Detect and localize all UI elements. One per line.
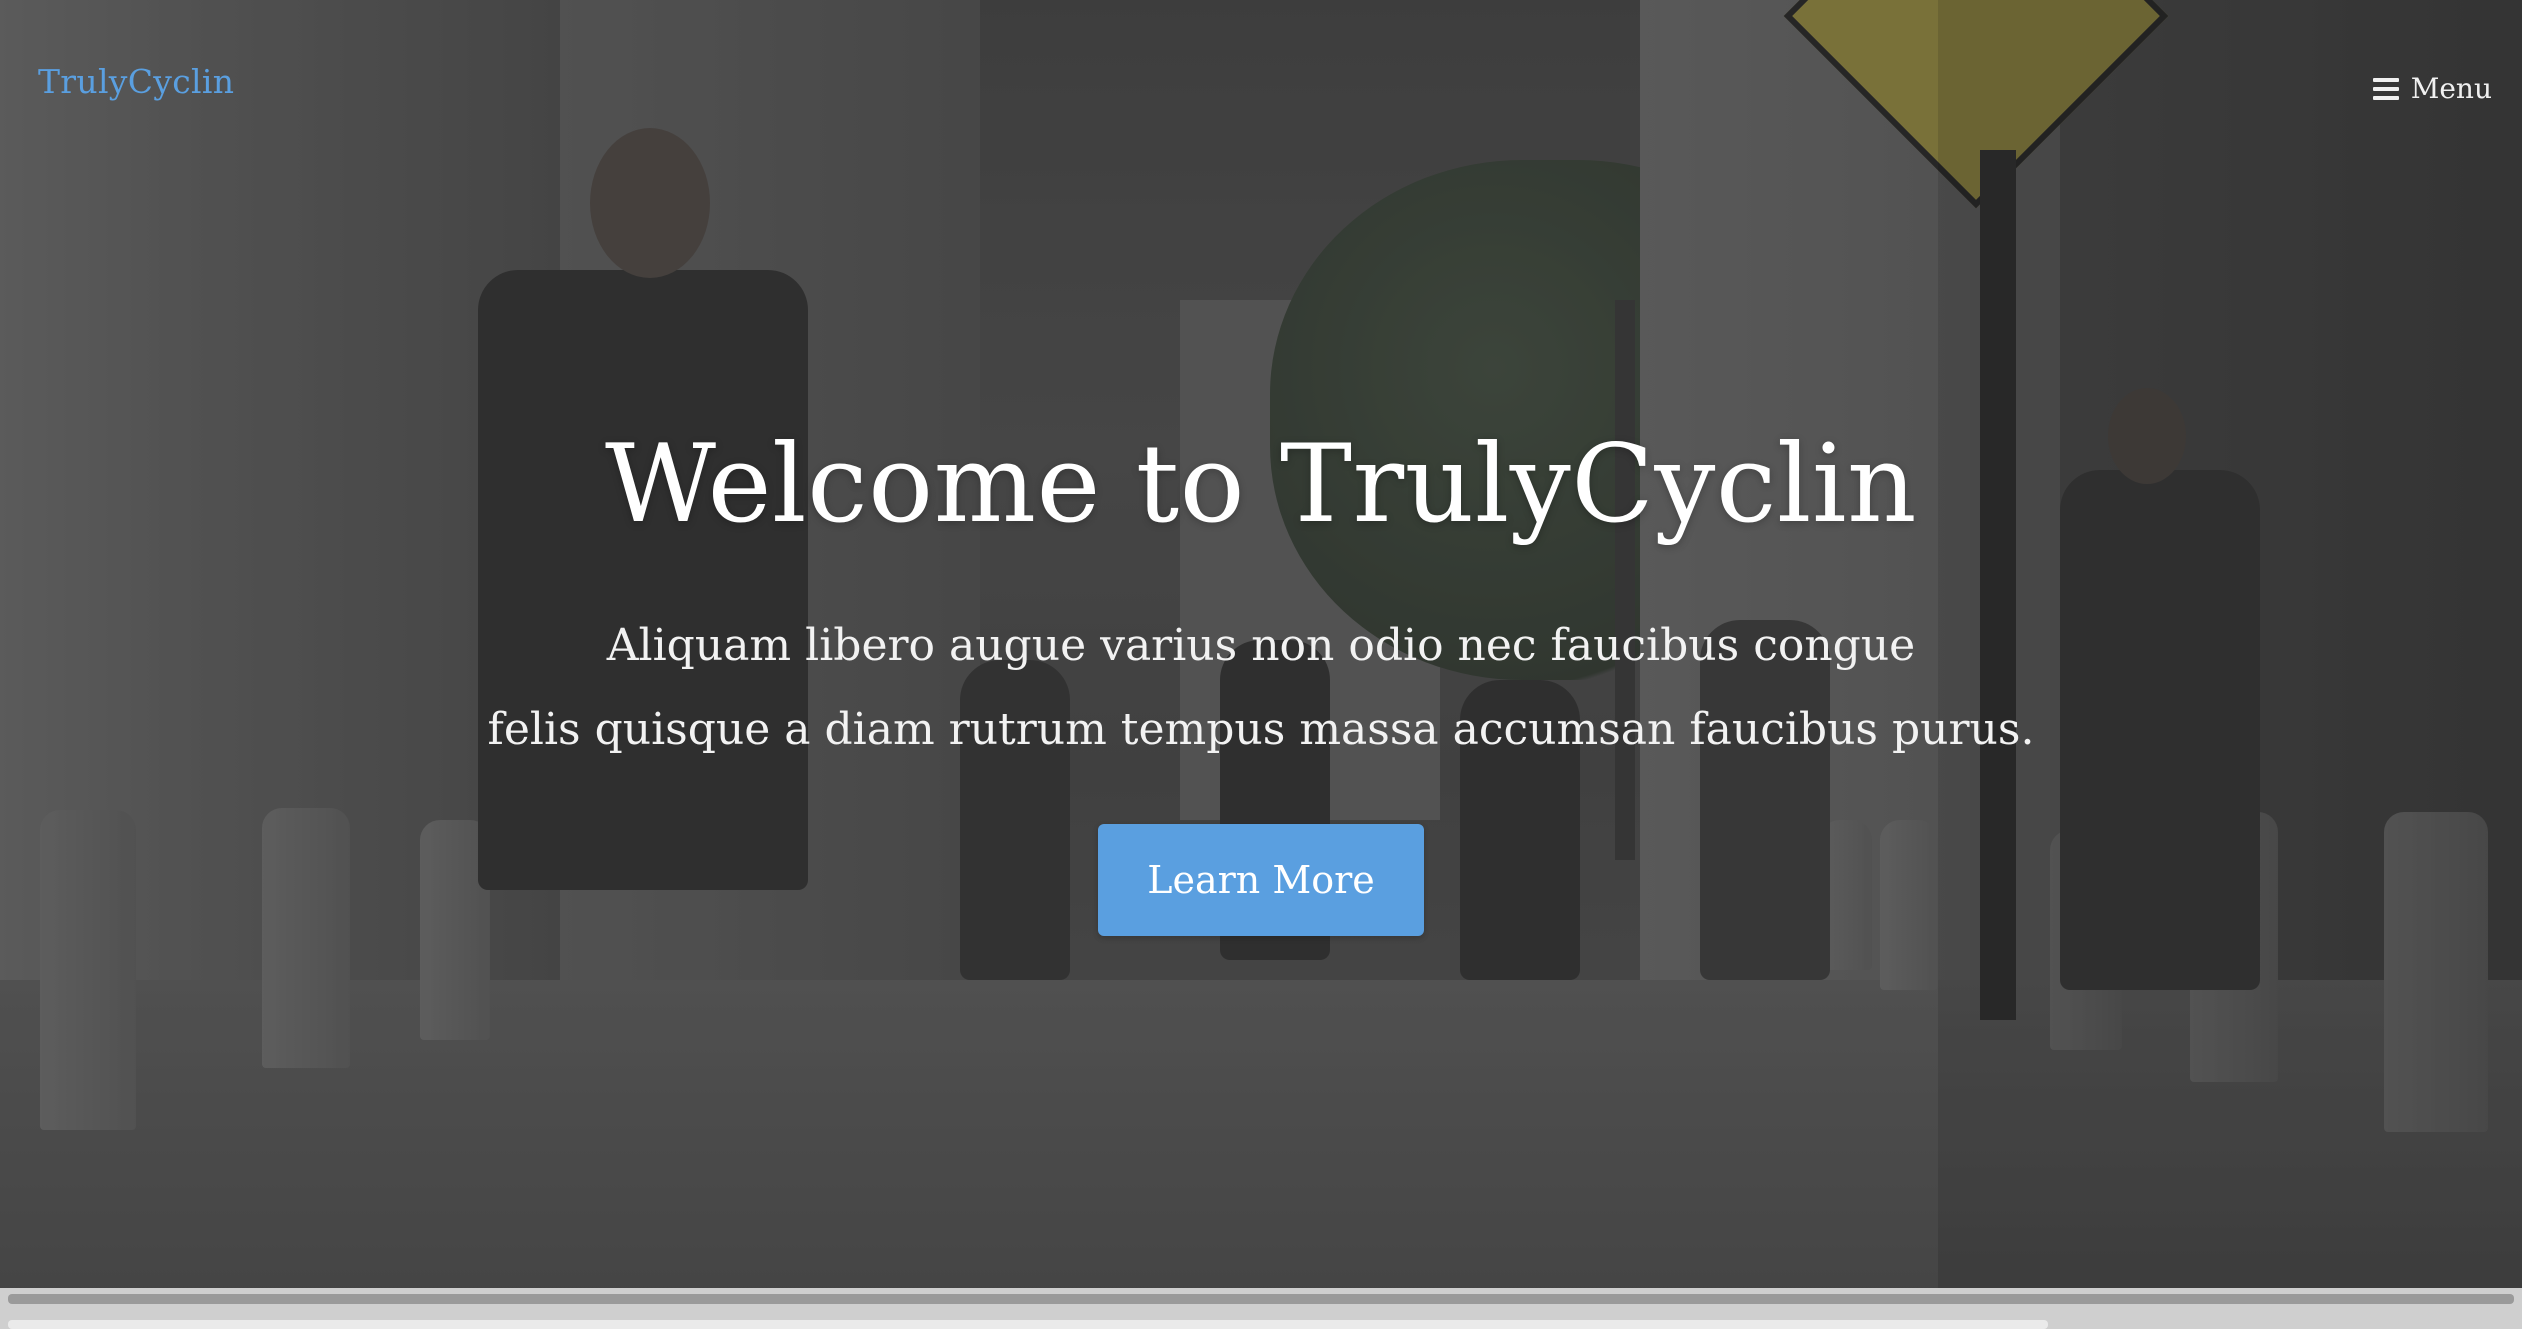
- hero-section: TrulyCyclin Menu Welcome to TrulyCyclin …: [0, 0, 2522, 1288]
- hamburger-icon: [2372, 77, 2399, 100]
- hero-content: Welcome to TrulyCyclin Aliquam libero au…: [0, 410, 2522, 936]
- horizontal-divider: [8, 1294, 2514, 1304]
- horizontal-scrollbar[interactable]: [8, 1320, 2048, 1329]
- hero-title: Welcome to TrulyCyclin: [604, 422, 1918, 547]
- hero-subtitle-line-2: felis quisque a diam rutrum tempus massa…: [487, 704, 2035, 755]
- learn-more-button[interactable]: Learn More: [1098, 824, 1424, 936]
- menu-label: Menu: [2410, 72, 2492, 105]
- brand-logo-link[interactable]: TrulyCyclin: [38, 62, 234, 101]
- hero-subtitle: Aliquam libero augue varius non odio nec…: [411, 604, 2111, 772]
- menu-button[interactable]: Menu: [2372, 72, 2492, 105]
- hero-subtitle-line-1: Aliquam libero augue varius non odio nec…: [606, 620, 1916, 671]
